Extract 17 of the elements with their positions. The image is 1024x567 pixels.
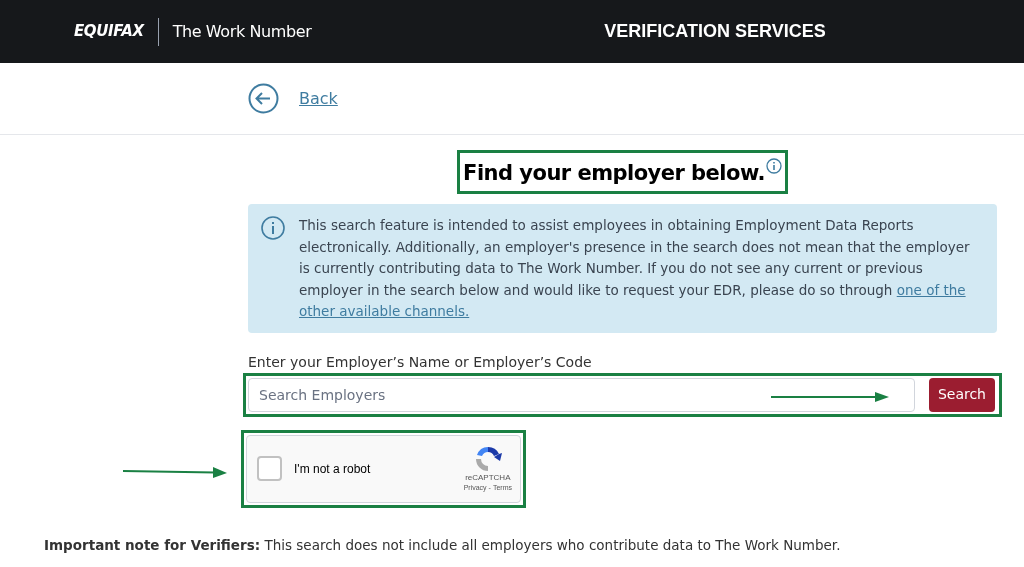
back-link[interactable]: Back (299, 86, 338, 111)
channels-link[interactable]: other available channels. (299, 303, 470, 319)
captcha-label: I'm not a robot (294, 460, 372, 478)
page-title: VERIFICATION SERVICES (604, 20, 826, 43)
verifier-note: Important note for Verifiers: This search does not include all employers who contribute data to The Work Number. (44, 536, 841, 555)
info-icon (261, 216, 285, 240)
brand-logo: EQUIFAX (74, 21, 144, 43)
field-label: Enter your Employer’s Name or Employer’s Code (248, 352, 593, 371)
info-icon[interactable] (765, 158, 782, 174)
captcha-brand: reCAPTCHA (465, 472, 511, 483)
search-button[interactable]: Search (928, 377, 995, 412)
info-text: This search feature is intended to assist employees in obtaining Employment Data Reports electronically. Additionally, an employer's presence in the search does not mean that the employer is currently contributing data to The Work Number. If you do not see any current or previous employer in the search below and would like to request your EDR, please do so through one of the other available channels. (299, 216, 971, 321)
product-logo: The Work Number (172, 20, 312, 43)
search-field[interactable]: Search Employers (248, 377, 915, 412)
heading: Find your employer below. (463, 160, 765, 187)
channels-link[interactable]: one of the (896, 281, 966, 298)
captcha-checkbox[interactable] (257, 456, 282, 481)
